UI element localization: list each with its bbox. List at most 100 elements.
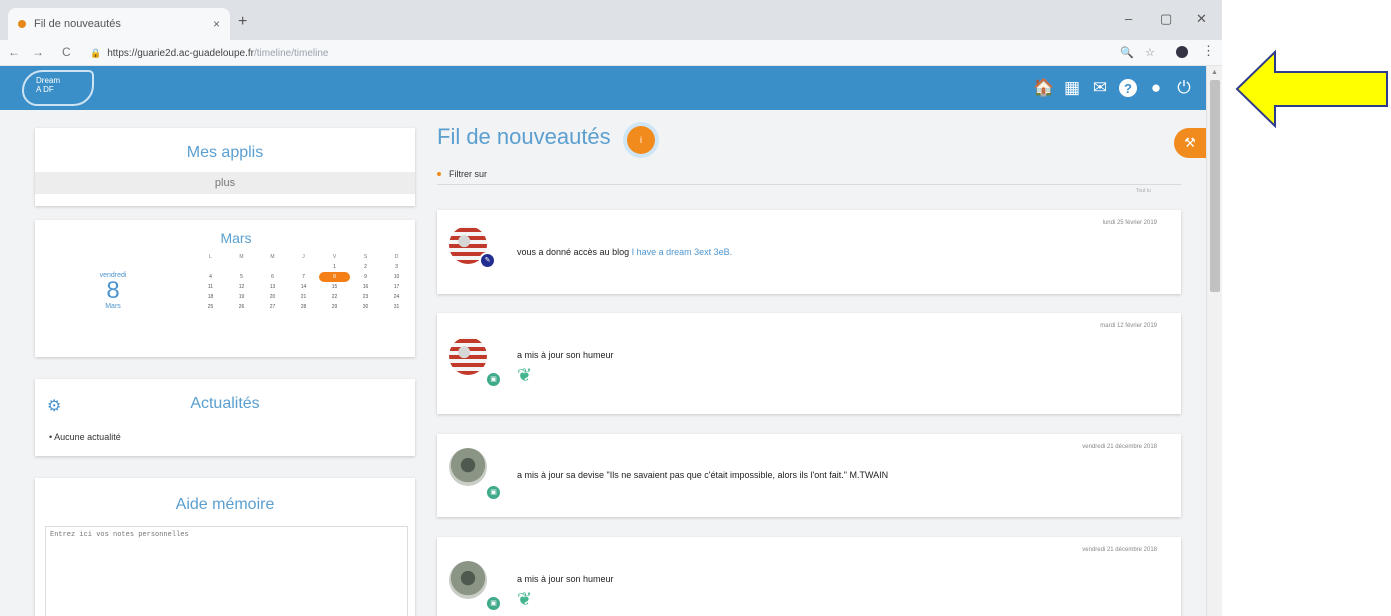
calendar-day[interactable]: 14 [288,282,319,292]
close-window-button[interactable]: ✕ [1196,11,1207,27]
page-content: Dream A DF 🏠 ▦ ✉ ? ● ⏻ ▲ Mes applis plus [0,66,1222,616]
calendar-weekday: L [209,254,212,260]
calendar-week-row: 18 19 20 21 22 23 24 [195,292,413,302]
calendar-day[interactable]: 29 [319,302,350,312]
calendar-day[interactable]: 18 [195,292,226,302]
back-button[interactable]: ← [8,45,20,59]
filter-label: Filtrer sur [449,169,487,179]
browser-menu-icon[interactable]: ⋮ [1202,43,1215,59]
calendar-day [257,262,288,272]
calendar-month-title: Mars [220,230,252,246]
calendar-week-row: 25 26 27 28 29 30 31 [195,302,413,312]
calendar-day[interactable]: 3 [381,262,412,272]
calendar-day[interactable]: 24 [381,292,412,302]
calendar-week-row: 123 [195,262,413,272]
calendar-day[interactable]: 2 [350,262,381,272]
tab-close-icon[interactable]: × [213,17,220,31]
avatar[interactable] [449,448,487,486]
calendar-day[interactable]: 27 [257,302,288,312]
scrollbar-thumb[interactable] [1210,80,1220,292]
calendar-day[interactable]: 13 [257,282,288,292]
calendar-day[interactable]: 11 [195,282,226,292]
memo-textarea[interactable] [45,526,408,616]
logo[interactable]: Dream A DF [22,70,94,106]
calendar-day[interactable]: 17 [381,282,412,292]
search-icon[interactable]: 🔍 [1120,46,1134,59]
calendar-day[interactable]: 6 [257,272,288,282]
scroll-up-icon[interactable]: ▲ [1211,69,1218,76]
minimize-button[interactable]: – [1125,11,1132,26]
top-navigation-bar: Dream A DF 🏠 ▦ ✉ ? ● ⏻ [0,66,1206,110]
new-tab-button[interactable]: + [238,13,247,31]
memo-widget: Aide mémoire [35,478,415,616]
calendar-day[interactable]: 28 [288,302,319,312]
calendar-day-selected[interactable]: 8 [319,272,350,282]
calendar-day[interactable]: 21 [288,292,319,302]
calendar-day[interactable]: 19 [226,292,257,302]
power-icon[interactable]: ⏻ [1172,76,1196,100]
avatar[interactable] [449,337,487,375]
maximize-button[interactable]: ▢ [1160,11,1172,27]
post-text: vous a donné accès au blog I have a drea… [517,247,732,257]
blog-link[interactable]: I have a dream 3ext 3eB. [632,247,733,257]
calendar-day[interactable]: 7 [288,272,319,282]
reload-button[interactable]: C [62,45,71,59]
vertical-scrollbar[interactable]: ▲ [1206,66,1222,616]
calendar-day[interactable]: 30 [350,302,381,312]
url-path: /timeline/timeline [254,47,329,59]
post-date: mardi 12 février 2019 [1100,323,1157,329]
help-icon[interactable]: ? [1119,79,1137,97]
mail-icon[interactable]: ✉ [1088,76,1112,100]
apps-grid-icon[interactable]: ▦ [1060,76,1084,100]
current-date: vendredi 8 Mars [83,272,143,310]
address-bar-row: ← → C 🔒 https://guarie2d.ac-guadeloupe.f… [0,40,1222,66]
tools-icon[interactable]: ⚒ [1174,128,1206,158]
bookmark-star-icon[interactable]: ☆ [1145,46,1155,59]
account-icon[interactable]: ● [1144,76,1168,100]
calendar-day[interactable]: 22 [319,292,350,302]
calendar-day[interactable]: 5 [226,272,257,282]
blog-icon: ✎ [479,252,496,269]
nav-icon-group: 🏠 ▦ ✉ ? ● ⏻ [1032,76,1196,100]
calendar-weekday: V [332,254,337,260]
url-field[interactable]: 🔒 https://guarie2d.ac-guadeloupe.fr /tim… [90,43,1090,63]
calendar-day[interactable]: 10 [381,272,412,282]
feed-post: vendredi 21 décembre 2018 ▣ a mis à jour… [437,537,1181,616]
leaf-icon: ❦ [517,365,533,385]
browser-window: Fil de nouveautés × + – ▢ ✕ ← → C 🔒 http… [0,0,1222,616]
news-widget: ⚙ Actualités • Aucune actualité [35,379,415,456]
mark-all-read-link[interactable]: Tout lu [1136,188,1151,194]
home-icon[interactable]: 🏠 [1032,76,1056,100]
calendar-weekday: S [363,254,368,260]
calendar-day[interactable]: 1 [319,262,350,272]
logo-text-line1: Dream [36,76,61,85]
mood-icon: ▣ [485,371,502,388]
calendar-day[interactable]: 26 [226,302,257,312]
filter-toggle[interactable]: Filtrer sur [437,169,1181,185]
calendar-day[interactable]: 4 [195,272,226,282]
url-host: https://guarie2d.ac-guadeloupe.fr [107,47,254,59]
calendar-day[interactable]: 20 [257,292,288,302]
calendar-day[interactable]: 31 [381,302,412,312]
info-badge[interactable]: i [627,126,655,154]
mood-icon: ▣ [485,484,502,501]
browser-tab[interactable]: Fil de nouveautés × [8,8,230,40]
calendar-day[interactable]: 23 [350,292,381,302]
feed-post: lundi 25 février 2019 ✎ vous a donné acc… [437,210,1181,294]
calendar-day[interactable]: 16 [350,282,381,292]
my-apps-title: Mes applis [186,144,264,161]
calendar-day [288,262,319,272]
page-title: Fil de nouveautés [437,124,611,149]
profile-avatar-icon[interactable] [1176,46,1188,58]
forward-button[interactable]: → [32,45,44,59]
calendar-weekday: D [394,254,399,260]
calendar-day[interactable]: 15 [319,282,350,292]
lock-icon: 🔒 [90,47,102,58]
calendar-day[interactable]: 12 [226,282,257,292]
calendar-day[interactable]: 9 [350,272,381,282]
avatar[interactable] [449,561,487,599]
post-date: lundi 25 février 2019 [1102,220,1157,226]
calendar-day[interactable]: 25 [195,302,226,312]
bullet-icon [437,172,441,176]
more-apps-button[interactable]: plus [35,172,415,194]
